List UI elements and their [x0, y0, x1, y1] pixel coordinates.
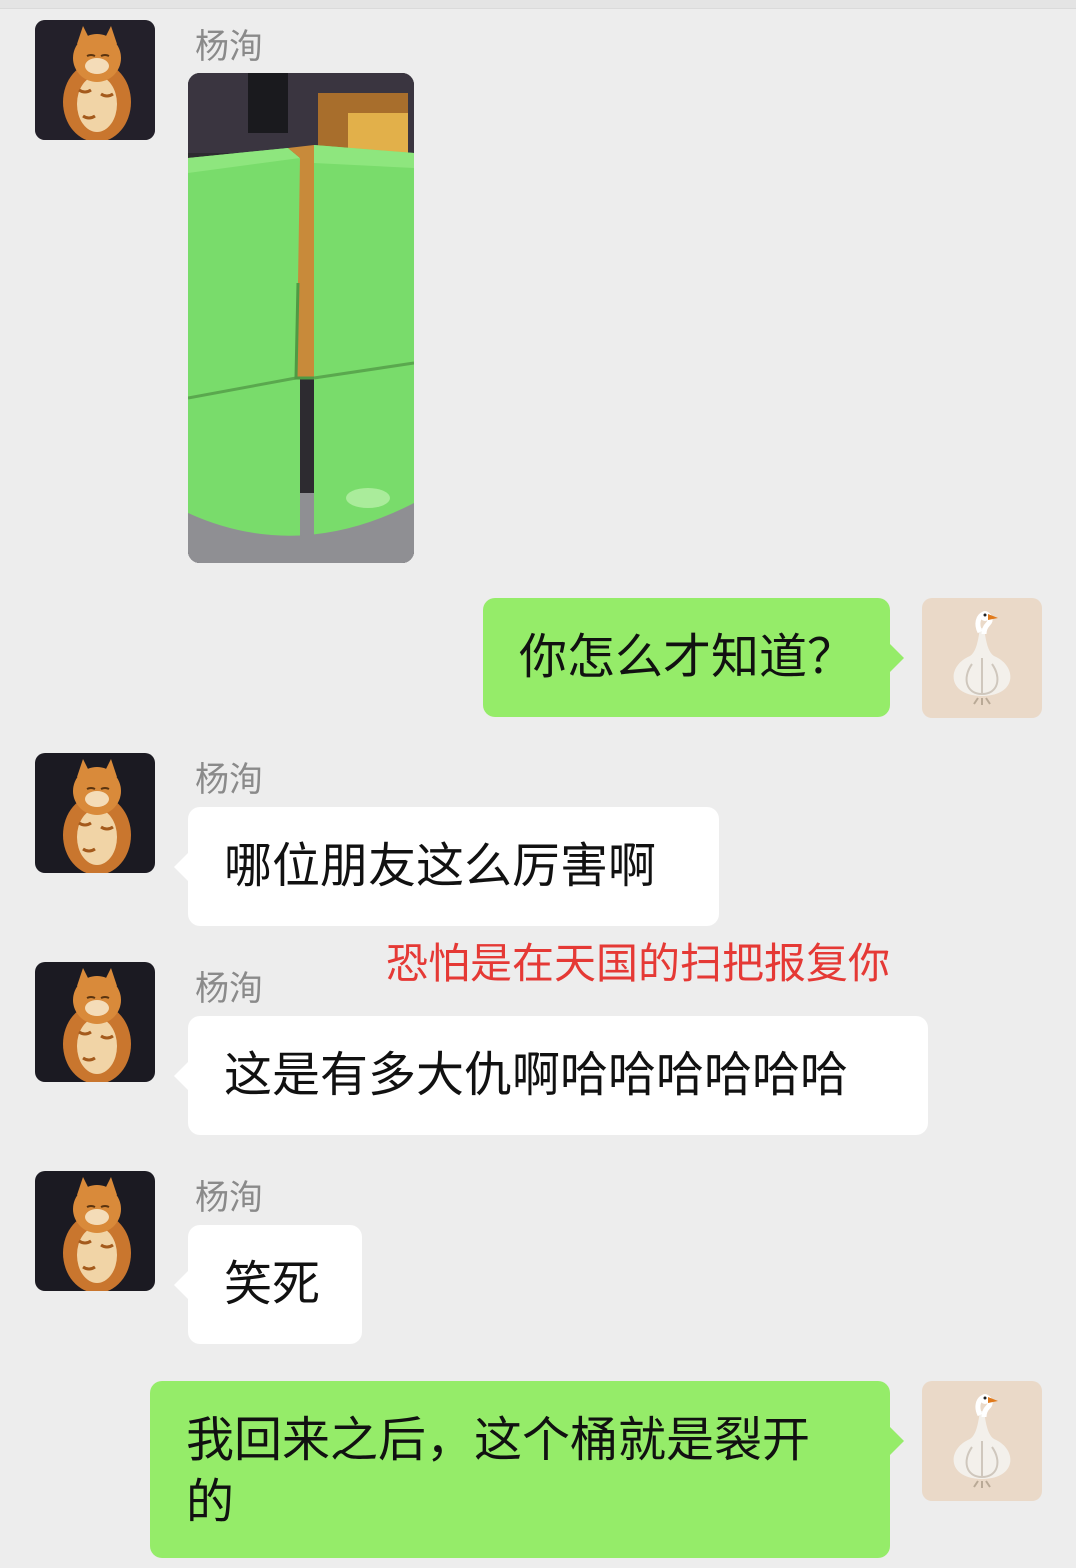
sender-name: 杨洵: [195, 1178, 263, 1218]
message-text: 你怎么才知道？: [519, 629, 856, 685]
cat-avatar-icon[interactable]: [35, 962, 155, 1082]
garlic-avatar-icon[interactable]: [922, 598, 1042, 718]
chat-bubble-outgoing[interactable]: 你怎么才知道？: [483, 598, 904, 717]
cat-avatar-icon[interactable]: [35, 20, 155, 140]
photo-message[interactable]: [188, 73, 414, 563]
cat-avatar-icon[interactable]: [35, 753, 155, 873]
chat-bubble-outgoing[interactable]: 我回来之后，这个桶就是裂开的: [150, 1381, 904, 1558]
message-text: 哪位朋友这么厉害啊: [224, 838, 657, 894]
garlic-avatar-icon[interactable]: [922, 1381, 1042, 1501]
chat-bubble-incoming[interactable]: 笑死: [174, 1225, 362, 1344]
cat-avatar-icon[interactable]: [35, 1171, 155, 1291]
sender-name: 杨洵: [195, 27, 263, 67]
sender-name: 杨洵: [195, 760, 263, 800]
message-text: 我回来之后，这个桶就是裂开的: [186, 1412, 811, 1530]
message-text: 笑死: [224, 1256, 321, 1312]
chat-bubble-incoming[interactable]: 哪位朋友这么厉害啊: [174, 807, 719, 926]
red-annotation-text: 恐怕是在天国的扫把报复你: [386, 939, 891, 988]
top-divider: [0, 0, 1076, 9]
sender-name: 杨洵: [195, 969, 263, 1009]
chat-bubble-incoming[interactable]: 这是有多大仇啊哈哈哈哈哈哈: [174, 1016, 928, 1135]
message-text: 这是有多大仇啊哈哈哈哈哈哈: [224, 1047, 849, 1103]
